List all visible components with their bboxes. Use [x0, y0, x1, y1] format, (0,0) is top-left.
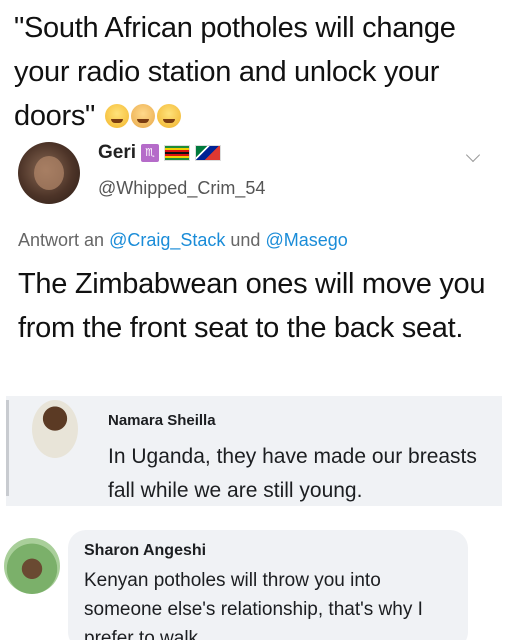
author-handle[interactable]: @Whipped_Crim_54 [98, 178, 265, 199]
comment-author-name[interactable]: Sharon Angeshi [84, 542, 206, 560]
anxious-face-icon [130, 104, 155, 128]
reply-mention-craig[interactable]: @Craig_Stack [109, 230, 225, 250]
author-row: Geri ♏ [98, 140, 222, 166]
author-name[interactable]: Geri [98, 142, 136, 164]
scorpio-badge-icon: ♏ [141, 144, 160, 162]
caption-text: "South African potholes will change your… [14, 12, 456, 132]
chevron-down-icon[interactable] [465, 147, 481, 163]
zimbabwe-flag-icon [164, 145, 191, 161]
replying-to: Antwort an @Craig_Stack und @Masego [18, 230, 348, 251]
comment-text: In Uganda, they have made our breasts fa… [108, 445, 477, 502]
comment-sharon: Sharon Angeshi Kenyan potholes will thro… [68, 530, 468, 640]
avatar[interactable] [18, 142, 80, 204]
reply-mention-masego[interactable]: @Masego [265, 230, 347, 250]
south-africa-flag-icon [195, 145, 222, 161]
avatar[interactable] [4, 538, 60, 594]
avatar[interactable] [32, 400, 78, 458]
face-with-tears-of-joy-icon [104, 104, 129, 128]
comment-text: Kenyan potholes will throw you into some… [84, 570, 423, 640]
comment-namara: Namara Sheilla In Uganda, they have made… [6, 396, 502, 506]
reply-joiner: und [230, 230, 261, 250]
tweet-text: The Zimbabwean ones will move you from t… [18, 268, 486, 344]
replying-prefix: Antwort an [18, 230, 105, 250]
quote-bar [6, 400, 9, 496]
meme-caption: "South African potholes will change your… [14, 6, 504, 138]
comment-author-name[interactable]: Namara Sheilla [108, 412, 216, 429]
tweet-header: Geri ♏ @Whipped_Crim_54 [18, 140, 498, 210]
winking-face-with-tongue-icon [156, 104, 181, 128]
